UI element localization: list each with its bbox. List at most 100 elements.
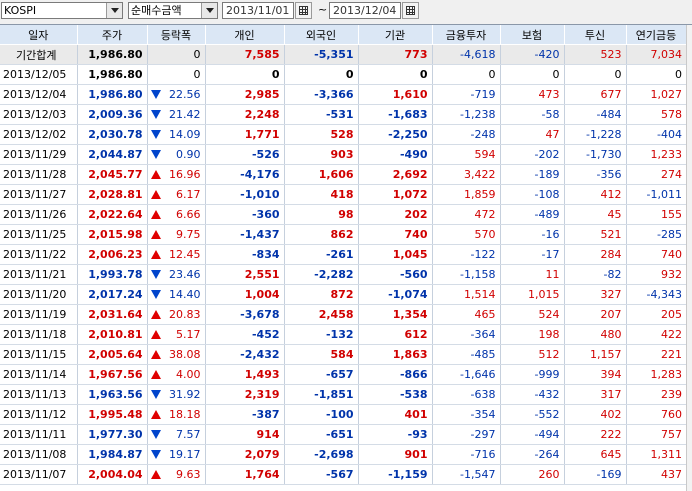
cell-change: 0.90 (147, 144, 206, 165)
chevron-down-icon[interactable] (106, 3, 122, 18)
cell-investment-trust: 645 (564, 444, 627, 465)
cell-investment-trust: 207 (564, 304, 627, 325)
table-row[interactable]: 2013/11/26 2,022.64 6.66 -360 98 202 472 -489 45… (0, 204, 686, 225)
column-header-investment-trust[interactable]: 투신 (564, 25, 627, 45)
table-row[interactable]: 2013/11/28 2,045.77 16.96 -4,176 1,606 2,692 3… (0, 164, 686, 185)
table-row[interactable]: 2013/11/29 2,044.87 0.90 -526 903 -490 594 -202… (0, 144, 686, 165)
table-row[interactable]: 2013/11/25 2,015.98 9.75 -1,437 862 740 570 -16… (0, 224, 686, 245)
cell-financial-investment: 594 (432, 144, 501, 165)
column-header-insurance[interactable]: 보험 (500, 25, 565, 45)
table-row[interactable]: 2013/11/18 2,010.81 5.17 -452 -132 612 -364 198… (0, 324, 686, 345)
cell-insurance: -432 (500, 384, 565, 405)
cell-institution: 901 (358, 444, 433, 465)
cell-pension: 155 (626, 204, 686, 225)
cell-pension: 757 (626, 424, 686, 445)
cell-change: 18.18 (147, 404, 206, 425)
column-header-institution[interactable]: 기관 (358, 25, 433, 45)
metric-select[interactable]: 순매수금액 (128, 2, 218, 19)
column-header-pension[interactable]: 연기금등 (626, 25, 687, 45)
column-header-financial-investment[interactable]: 금융투자 (432, 25, 501, 45)
end-date-input[interactable]: 2013/12/04 (329, 2, 401, 19)
cell-change-value: 0.90 (176, 148, 201, 161)
cell-date: 2013/11/19 (0, 304, 78, 325)
total-price: 1,986.80 (77, 44, 148, 65)
table-row[interactable]: 2013/11/12 1,995.48 18.18 -387 -100 401 -354 -5… (0, 404, 686, 425)
cell-change: 0 (147, 64, 206, 85)
table-row[interactable]: 2013/11/20 2,017.24 14.40 1,004 872 -1,074 1,5… (0, 284, 686, 305)
cell-price: 2,006.23 (77, 244, 148, 265)
cell-pension: -404 (626, 124, 686, 145)
cell-individual: 2,079 (205, 444, 285, 465)
column-header-individual[interactable]: 개인 (205, 25, 285, 45)
table-row[interactable]: 2013/11/13 1,963.56 31.92 2,319 -1,851 -538 -6… (0, 384, 686, 405)
column-header-foreign[interactable]: 외국인 (284, 25, 359, 45)
table-row[interactable]: 2013/11/07 2,004.04 9.63 1,764 -567 -1,159 -1,… (0, 464, 686, 485)
cell-change: 23.46 (147, 264, 206, 285)
cell-foreign: 1,606 (284, 164, 359, 185)
arrow-up-icon (150, 310, 161, 319)
cell-financial-investment: 1,514 (432, 284, 501, 305)
total-row[interactable]: 기간합계 1,986.80 0 7,585 -5,351 773 -4,618 … (0, 44, 686, 65)
end-calendar-button[interactable] (402, 2, 419, 19)
arrow-up-icon (150, 190, 161, 199)
table-row[interactable]: 2013/12/02 2,030.78 14.09 1,771 528 -2,250 -24… (0, 124, 686, 145)
table-row[interactable]: 2013/11/27 2,028.81 6.17 -1,010 418 1,072 1,85… (0, 184, 686, 205)
vertical-scrollbar[interactable] (686, 25, 692, 491)
cell-pension: 239 (626, 384, 686, 405)
table-row[interactable]: 2013/12/05 1,986.80 0 0 0 0 0 0 0 0 (0, 64, 686, 85)
cell-insurance: -202 (500, 144, 565, 165)
start-calendar-button[interactable] (295, 2, 312, 19)
cell-price: 1,967.56 (77, 364, 148, 385)
table-row[interactable]: 2013/12/04 1,986.80 22.56 2,985 -3,366 1,610-… (0, 84, 686, 105)
cell-individual: 2,319 (205, 384, 285, 405)
cell-foreign: -132 (284, 324, 359, 345)
column-header-price[interactable]: 주가 (77, 25, 148, 45)
column-header-change[interactable]: 등락폭 (147, 25, 206, 45)
cell-date: 2013/11/22 (0, 244, 78, 265)
start-date-input[interactable]: 2013/11/01 (222, 2, 294, 19)
cell-price: 1,977.30 (77, 424, 148, 445)
cell-institution: 1,354 (358, 304, 433, 325)
cell-investment-trust: 1,157 (564, 344, 627, 365)
table-row[interactable]: 2013/11/21 1,993.78 23.46 2,551 -2,282 -560 -1… (0, 264, 686, 285)
cell-investment-trust: 677 (564, 84, 627, 105)
cell-institution: 612 (358, 324, 433, 345)
cell-pension: 274 (626, 164, 686, 185)
cell-financial-investment: -364 (432, 324, 501, 345)
column-header-date[interactable]: 일자 (0, 25, 78, 45)
cell-individual: -2,432 (205, 344, 285, 365)
cell-price: 2,005.64 (77, 344, 148, 365)
cell-foreign: -261 (284, 244, 359, 265)
cell-change-value: 18.18 (169, 408, 201, 421)
table-row[interactable]: 2013/11/14 1,967.56 4.00 1,493 -657 -866 -1,64… (0, 364, 686, 385)
cell-individual: 1,771 (205, 124, 285, 145)
cell-foreign: 2,458 (284, 304, 359, 325)
cell-change-value: 16.96 (169, 168, 201, 181)
table-row[interactable]: 2013/11/08 1,984.87 19.17 2,079 -2,698 901 -71… (0, 444, 686, 465)
cell-individual: -360 (205, 204, 285, 225)
market-select[interactable]: KOSPI (1, 2, 123, 19)
cell-pension: 740 (626, 244, 686, 265)
cell-insurance: -16 (500, 224, 565, 245)
table-row[interactable]: 2013/11/11 1,977.30 7.57 914 -651 -93 -297 -494… (0, 424, 686, 445)
table-row[interactable]: 2013/12/03 2,009.36 21.42 2,248 -531 -1,683 -1… (0, 104, 686, 125)
cell-institution: 1,072 (358, 184, 433, 205)
cell-financial-investment: 0 (432, 64, 501, 85)
table-row[interactable]: 2013/11/15 2,005.64 38.08 -2,432 584 1,863 -48… (0, 344, 686, 365)
chevron-down-icon[interactable] (201, 3, 217, 18)
cell-pension: 437 (626, 464, 686, 485)
cell-investment-trust: 521 (564, 224, 627, 245)
table-row[interactable]: 2013/11/19 2,031.64 20.83 -3,678 2,458 1,354 4… (0, 304, 686, 325)
cell-financial-investment: -248 (432, 124, 501, 145)
cell-price: 1,993.78 (77, 264, 148, 285)
cell-financial-investment: -1,646 (432, 364, 501, 385)
cell-institution: 1,045 (358, 244, 433, 265)
cell-insurance: 1,015 (500, 284, 565, 305)
cell-institution: -490 (358, 144, 433, 165)
table-row[interactable]: 2013/11/22 2,006.23 12.45 -834 -261 1,045 -122… (0, 244, 686, 265)
cell-pension: 221 (626, 344, 686, 365)
cell-pension: -285 (626, 224, 686, 245)
cell-foreign: -100 (284, 404, 359, 425)
cell-institution: -866 (358, 364, 433, 385)
cell-individual: -452 (205, 324, 285, 345)
